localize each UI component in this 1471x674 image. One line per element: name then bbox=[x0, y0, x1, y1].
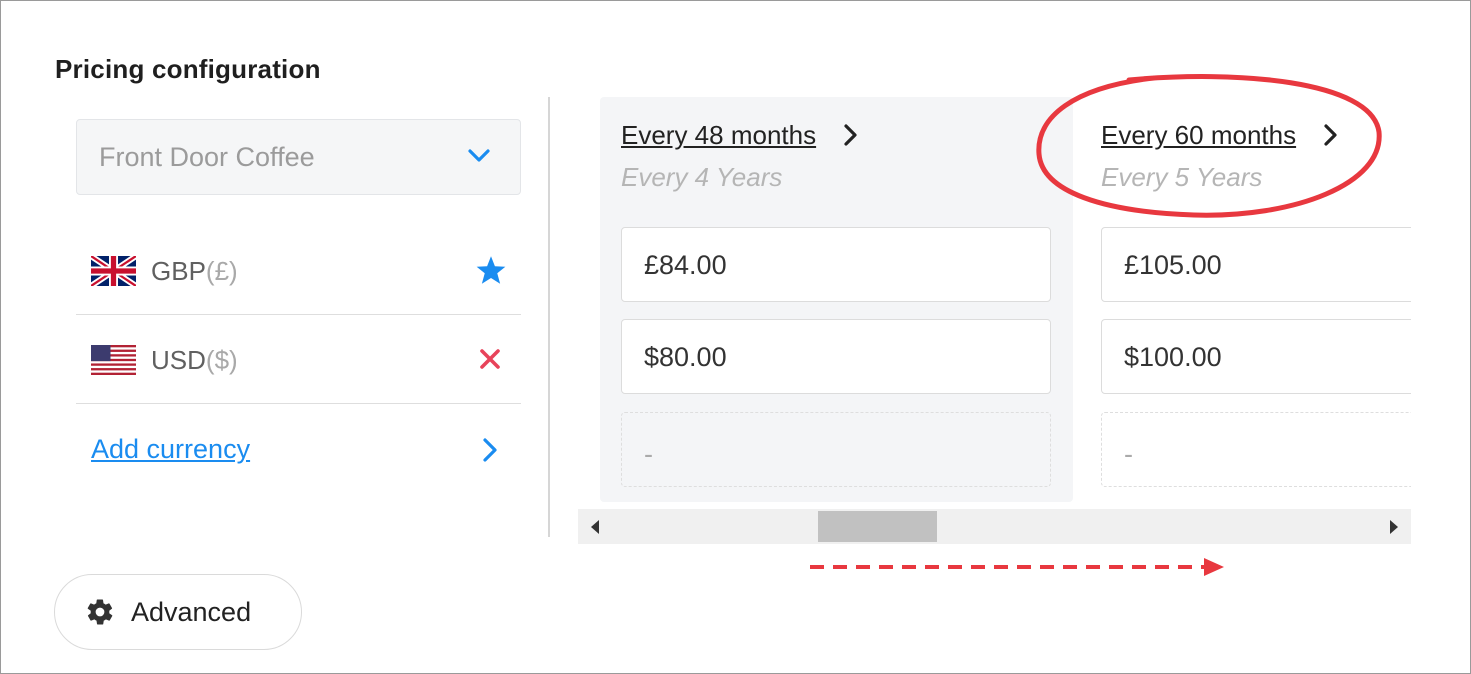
close-icon[interactable] bbox=[479, 348, 501, 370]
star-icon[interactable] bbox=[475, 255, 507, 285]
page-title: Pricing configuration bbox=[55, 54, 321, 84]
chevron-down-icon bbox=[468, 149, 490, 162]
horizontal-scrollbar[interactable] bbox=[578, 509, 1411, 544]
add-currency-link[interactable]: Add currency bbox=[91, 434, 250, 465]
currency-row-gbp: GBP(£) bbox=[76, 225, 521, 315]
price-input-empty-48[interactable]: - bbox=[621, 412, 1051, 487]
highlight-circle-annotation bbox=[1036, 74, 1382, 218]
scrollbar-thumb[interactable] bbox=[818, 511, 937, 542]
vertical-divider bbox=[548, 97, 550, 537]
currency-label-usd: USD($) bbox=[151, 345, 238, 376]
price-input-empty-60[interactable]: - bbox=[1101, 412, 1411, 487]
price-input-usd-48[interactable]: $80.00 bbox=[621, 319, 1051, 394]
currency-label-gbp: GBP(£) bbox=[151, 256, 238, 287]
us-flag-icon bbox=[91, 345, 136, 375]
currency-code: USD bbox=[151, 345, 206, 375]
scroll-left-arrow-icon[interactable] bbox=[590, 519, 600, 535]
scroll-direction-annotation bbox=[810, 558, 1224, 576]
advanced-button-label: Advanced bbox=[131, 597, 252, 627]
currency-row-usd: USD($) bbox=[76, 314, 521, 404]
currency-symbol: ($) bbox=[205, 345, 238, 375]
period-link-48-months[interactable]: Every 48 months bbox=[621, 120, 816, 151]
gear-icon bbox=[87, 599, 113, 625]
currency-code: GBP bbox=[151, 256, 206, 286]
currency-symbol: (£) bbox=[205, 256, 238, 286]
product-select-value: Front Door Coffee bbox=[99, 142, 315, 172]
price-input-gbp-60[interactable]: £105.00 bbox=[1101, 227, 1411, 302]
chevron-right-icon[interactable] bbox=[842, 123, 858, 147]
price-input-gbp-48[interactable]: £84.00 bbox=[621, 227, 1051, 302]
product-select[interactable]: Front Door Coffee bbox=[76, 119, 521, 195]
period-subtitle: Every 4 Years bbox=[621, 162, 783, 192]
advanced-button[interactable]: Advanced bbox=[54, 574, 302, 650]
price-input-usd-60[interactable]: $100.00 bbox=[1101, 319, 1411, 394]
uk-flag-icon bbox=[91, 256, 136, 286]
chevron-right-icon[interactable] bbox=[481, 437, 499, 463]
scroll-right-arrow-icon[interactable] bbox=[1389, 519, 1399, 535]
